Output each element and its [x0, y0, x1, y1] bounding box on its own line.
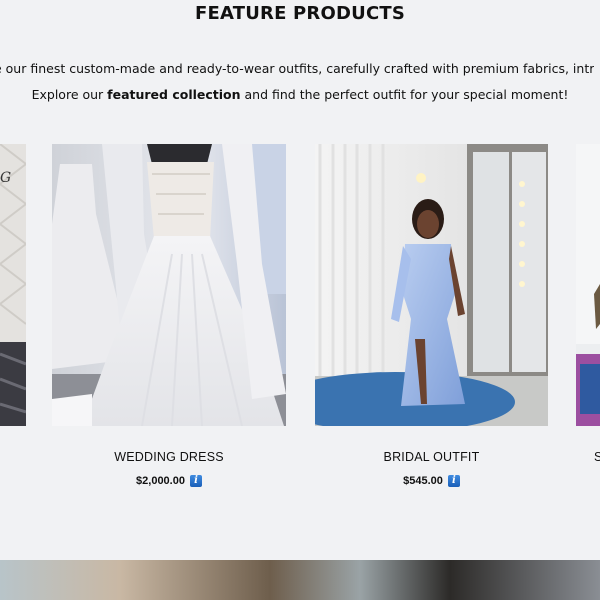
section-title: FEATURE PRODUCTS [194, 3, 405, 24]
price-row: $2,000.00 i [52, 475, 286, 487]
info-icon[interactable]: i [189, 475, 202, 487]
intro-text-line-1: e our finest custom-made and ready-to-we… [0, 61, 594, 76]
product-price: $2,000.00 [136, 475, 185, 487]
product-price: $545.00 [403, 475, 443, 487]
intro-text-highlight: featured collection [107, 87, 241, 102]
bottom-banner-image [0, 560, 600, 600]
svg-text:G: G [0, 170, 11, 186]
product-image[interactable] [52, 144, 286, 426]
product-name[interactable]: WEDDING DRESS [52, 450, 286, 464]
intro-text-line-2: Explore our featured collection and find… [0, 87, 600, 103]
product-image[interactable] [315, 144, 548, 426]
info-icon[interactable]: i [447, 475, 460, 487]
product-name[interactable]: S [594, 450, 600, 464]
product-image[interactable]: G [0, 144, 26, 426]
intro-text-suffix: and find the perfect outfit for your spe… [240, 87, 569, 102]
product-image[interactable] [576, 144, 600, 426]
product-name[interactable]: BRIDAL OUTFIT [315, 450, 548, 464]
price-row: $545.00 i [315, 475, 548, 487]
intro-text-prefix: Explore our [31, 87, 108, 102]
product-carousel: G WEDDING DRESS $2,000.00 i BRIDAL OUTFI… [0, 144, 600, 504]
